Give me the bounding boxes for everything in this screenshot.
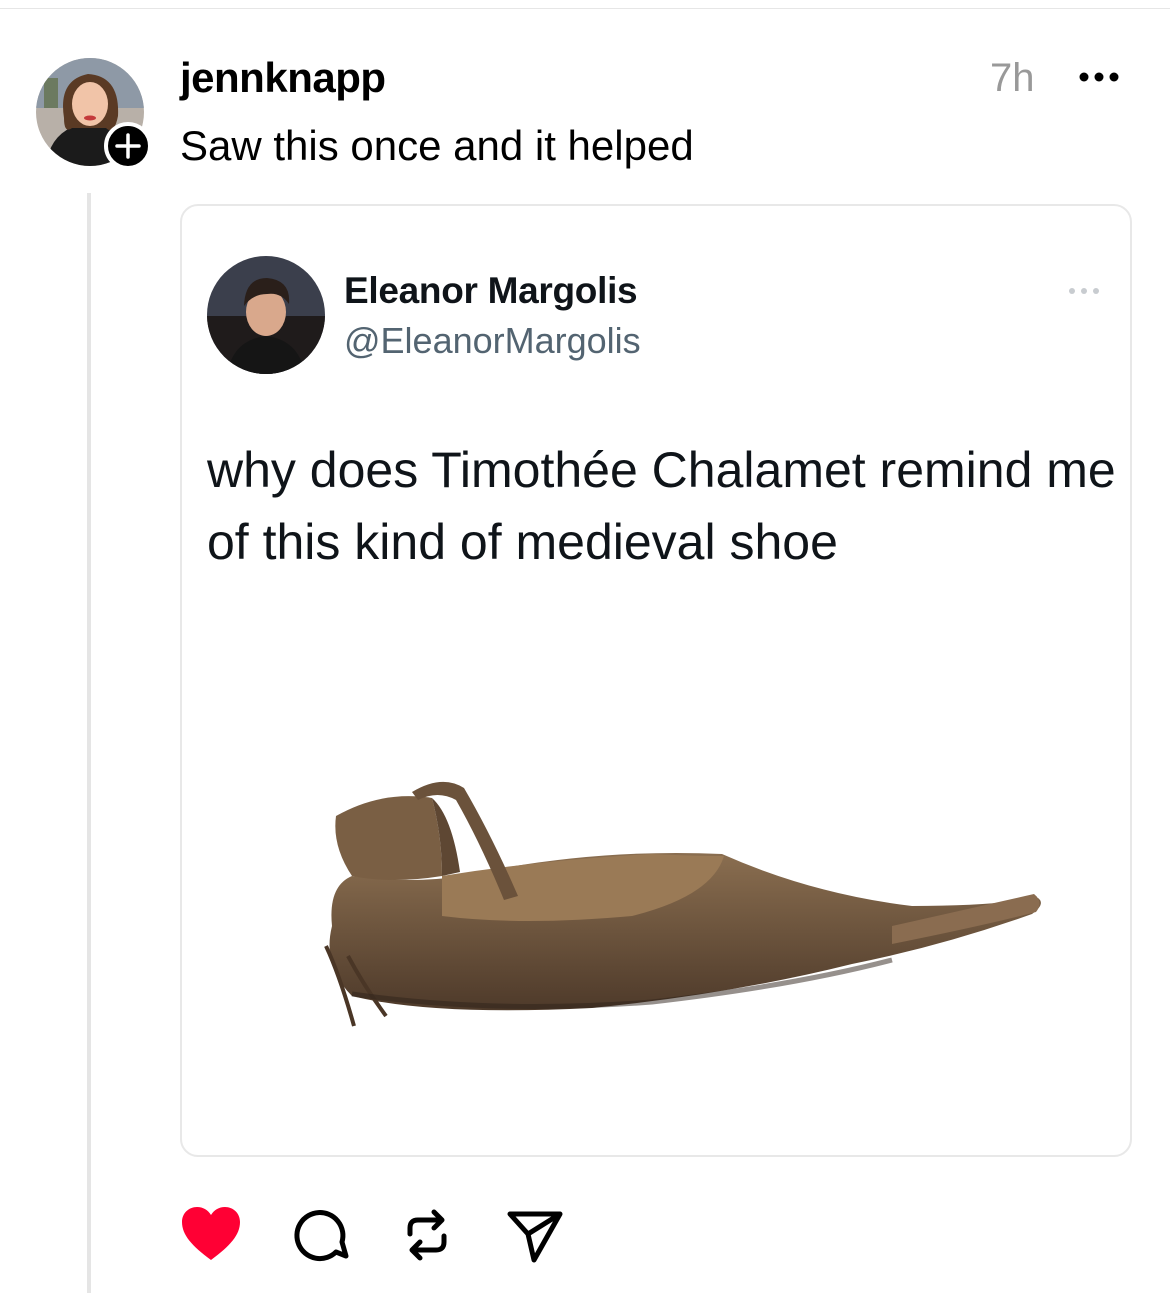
post-text: Saw this once and it helped	[180, 122, 694, 169]
heart-icon	[182, 1207, 240, 1260]
thread-line	[87, 193, 91, 1293]
plus-icon	[115, 133, 141, 159]
embedded-tweet-card[interactable]: Eleanor Margolis @EleanorMargolis why do…	[180, 204, 1132, 1157]
share-button[interactable]	[504, 1204, 566, 1266]
like-button[interactable]	[180, 1204, 242, 1266]
post-timestamp: 7h	[990, 56, 1035, 100]
comment-icon	[294, 1210, 349, 1261]
send-icon	[507, 1211, 563, 1263]
ellipsis-icon	[1079, 72, 1119, 82]
repost-icon	[407, 1209, 447, 1261]
tweet-text: why does Timothée Chalamet remind me of …	[207, 442, 1116, 570]
tweet-handle: @EleanorMargolis	[344, 320, 641, 361]
tweet-display-name: Eleanor Margolis	[344, 270, 638, 311]
follow-plus-button[interactable]	[104, 122, 152, 170]
medieval-shoe-image	[292, 776, 1072, 1046]
repost-button[interactable]	[396, 1204, 458, 1266]
tweet-ellipsis-icon	[1064, 284, 1104, 298]
tweet-author-avatar	[207, 256, 325, 374]
comment-button[interactable]	[290, 1204, 352, 1266]
top-divider	[0, 8, 1170, 9]
author-username[interactable]: jennknapp	[180, 54, 386, 102]
more-options-button[interactable]	[1074, 62, 1124, 92]
